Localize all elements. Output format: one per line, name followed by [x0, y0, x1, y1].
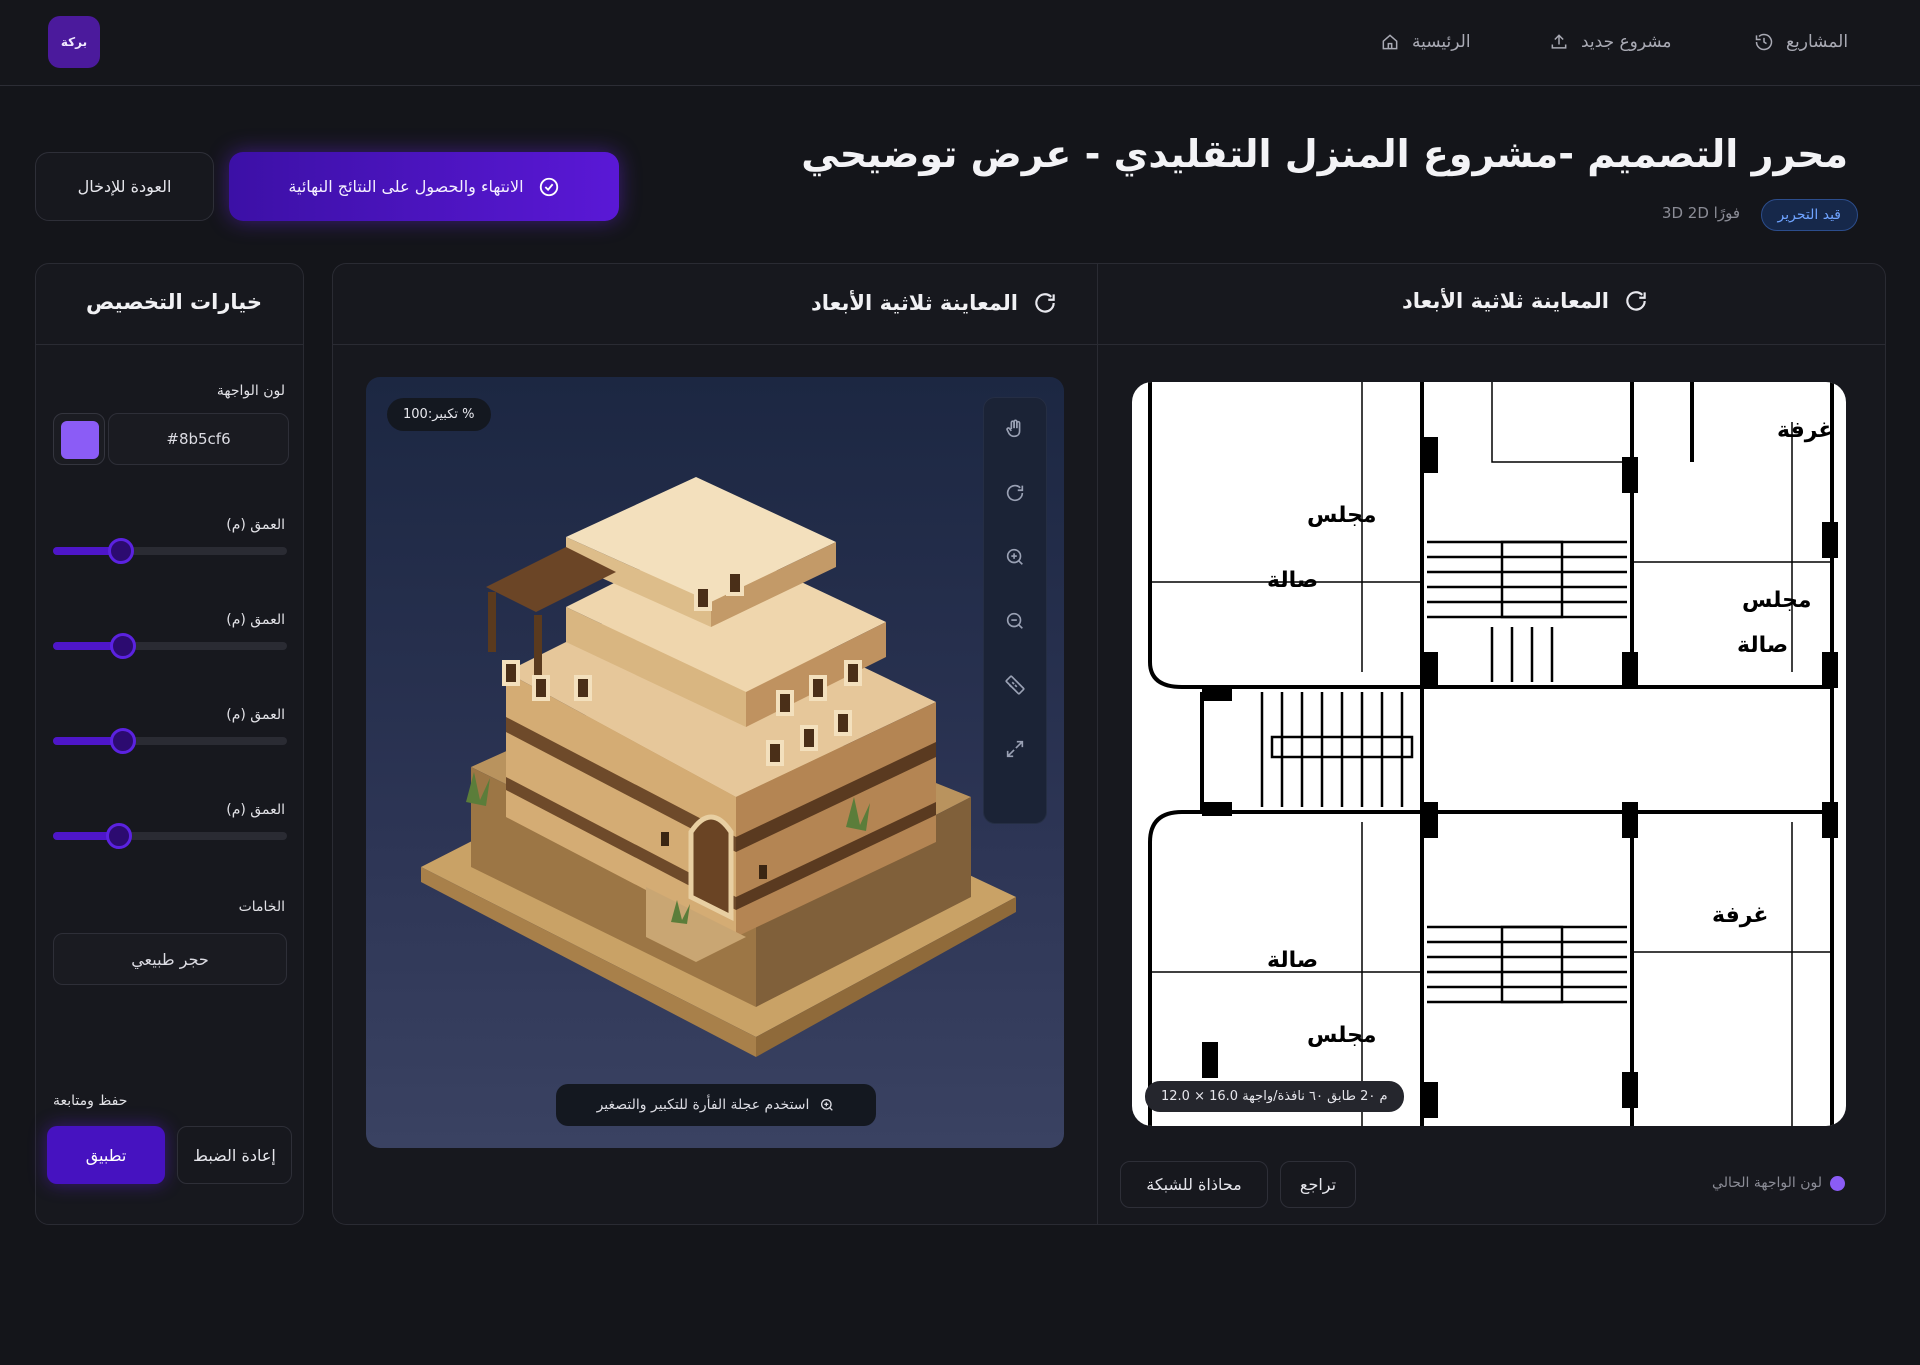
plan-room-label: صالة: [1267, 568, 1318, 593]
app-logo[interactable]: بركة: [48, 16, 100, 68]
plan-room-label: غرفة: [1777, 418, 1833, 443]
options-panel-title: خيارات التخصيص: [86, 290, 262, 314]
status-badge: قيد التحرير: [1760, 199, 1858, 231]
refresh-icon[interactable]: [1032, 290, 1058, 316]
check-circle-icon: [539, 177, 558, 196]
zoom-hint-icon: [821, 1099, 834, 1111]
ruler-icon: [1005, 675, 1025, 695]
current-facade-color: لون الواجهة الحالي: [1712, 1175, 1845, 1191]
finish-button-label: الانتهاء والحصول على النتائج النهائية: [288, 177, 524, 196]
nav-new-project[interactable]: مشروع جديد: [1549, 28, 1672, 56]
plan-room-label: مجلس: [1307, 503, 1377, 528]
depth-slider[interactable]: [53, 728, 287, 754]
materials-label: الخامات: [238, 899, 285, 915]
viewport-toolbar: [983, 397, 1047, 824]
material-select[interactable]: حجر طبيعي: [53, 933, 287, 985]
floor-plan-drawing: مجلس صالة غرفة مجلس صالة غرفة صالة مجلس: [1148, 382, 1838, 1126]
color-swatch-fill: [61, 421, 99, 459]
slider-thumb[interactable]: [105, 823, 132, 849]
zoom-in-icon: [1006, 548, 1023, 565]
slider-label: العمق (م): [226, 517, 285, 533]
plan-room-label: مجلس: [1307, 1023, 1377, 1048]
rotate-icon: [1006, 484, 1024, 502]
fullscreen-button[interactable]: [1004, 738, 1028, 762]
plan-room-label: مجلس: [1742, 588, 1812, 613]
measure-tool-button[interactable]: [1004, 674, 1028, 698]
zoom-hint-text: استخدم عجلة الفأرة للتكبير والتصغير: [596, 1097, 810, 1113]
depth-slider[interactable]: [53, 633, 287, 659]
plan-room-label: صالة: [1267, 948, 1318, 973]
upload-icon: [1551, 34, 1567, 49]
options-panel-header: خيارات التخصيص: [36, 264, 303, 345]
slider-thumb[interactable]: [110, 728, 137, 754]
back-button[interactable]: العودة للإدخال: [35, 152, 214, 221]
slider-label: العمق (م): [226, 612, 285, 628]
top-bar: بركة المشاريع مشروع جديد الرئيسية: [0, 0, 1920, 86]
expand-icon: [1006, 740, 1024, 758]
hand-icon: [1006, 419, 1021, 438]
current-color-label: لون الواجهة الحالي: [1712, 1175, 1822, 1191]
floor-plan-canvas[interactable]: مجلس صالة غرفة مجلس صالة غرفة صالة مجلس: [1132, 382, 1846, 1126]
zoom-indicator: % تكبير:100: [387, 398, 491, 431]
zoom-out-icon: [1006, 612, 1023, 629]
zoom-hint: استخدم عجلة الفأرة للتكبير والتصغير: [556, 1084, 876, 1126]
rotate-tool-button[interactable]: [1004, 482, 1028, 506]
current-color-dot: [1830, 1175, 1845, 1191]
facade-color-label: لون الواجهة: [216, 383, 285, 399]
options-panel: خيارات التخصيص لون الواجهة #8b5cf6 العمق…: [35, 263, 304, 1225]
slider-label: العمق (م): [226, 707, 285, 723]
depth-slider[interactable]: [53, 538, 287, 564]
preview-plan-panel: المعاينة ثلاثية الأبعاد مجلس صالة غرفة م…: [1097, 263, 1886, 1225]
page-subtitle: 3D 2D فورًا: [1661, 204, 1740, 222]
nav-projects[interactable]: المشاريع: [1754, 28, 1848, 56]
nav-projects-label: المشاريع: [1786, 32, 1849, 52]
finish-button[interactable]: الانتهاء والحصول على النتائج النهائية: [229, 152, 619, 221]
preview-plan-title: المعاينة ثلاثية الأبعاد: [1402, 288, 1649, 314]
refresh-icon[interactable]: [1623, 288, 1649, 314]
3d-viewport[interactable]: % تكبير:100 استخدم عجلة الفأرة للتكبير و…: [366, 377, 1064, 1148]
apply-button[interactable]: تطبيق: [47, 1126, 165, 1184]
nav-home[interactable]: الرئيسية: [1380, 28, 1471, 56]
slider-label: العمق (م): [226, 802, 285, 818]
slider-thumb[interactable]: [110, 633, 137, 659]
preview-3d-panel: المعاينة ثلاثية الأبعاد % تكبير:100 استخ…: [332, 263, 1098, 1225]
slider-thumb[interactable]: [107, 538, 134, 564]
pan-tool-button[interactable]: [1004, 418, 1028, 442]
page-title: محرر التصميم -مشروع المنزل التقليدي - عر…: [801, 132, 1848, 176]
home-icon: [1382, 34, 1398, 50]
zoom-in-button[interactable]: [1004, 546, 1028, 570]
preview-3d-header: المعاينة ثلاثية الأبعاد: [333, 264, 1098, 345]
plan-room-label: غرفة: [1712, 903, 1768, 928]
depth-slider[interactable]: [53, 823, 287, 849]
plan-info-pill: م 2٠ طابق ٦٠ نافذة/واجهة 16.0 × 12.0: [1145, 1081, 1404, 1112]
history-icon: [1755, 33, 1773, 51]
snap-to-grid-button[interactable]: محاذاة للشبكة: [1120, 1161, 1268, 1208]
zoom-out-button[interactable]: [1004, 610, 1028, 634]
facade-color-input[interactable]: #8b5cf6: [108, 413, 289, 465]
facade-color-swatch[interactable]: [53, 413, 105, 465]
building-3d-model: [421, 477, 1016, 1057]
plan-room-label: صالة: [1737, 633, 1788, 658]
preview-plan-title-text: المعاينة ثلاثية الأبعاد: [1402, 289, 1609, 313]
preview-3d-title: المعاينة ثلاثية الأبعاد: [811, 290, 1058, 316]
nav-new-project-label: مشروع جديد: [1581, 32, 1672, 52]
undo-button[interactable]: تراجع: [1280, 1161, 1356, 1208]
save-continue-label: حفظ ومتابعة: [53, 1093, 128, 1109]
preview-plan-header: المعاينة ثلاثية الأبعاد: [1098, 264, 1885, 345]
nav-home-label: الرئيسية: [1412, 32, 1471, 52]
reset-button[interactable]: إعادة الضبط: [177, 1126, 292, 1184]
preview-3d-title-text: المعاينة ثلاثية الأبعاد: [811, 291, 1018, 315]
